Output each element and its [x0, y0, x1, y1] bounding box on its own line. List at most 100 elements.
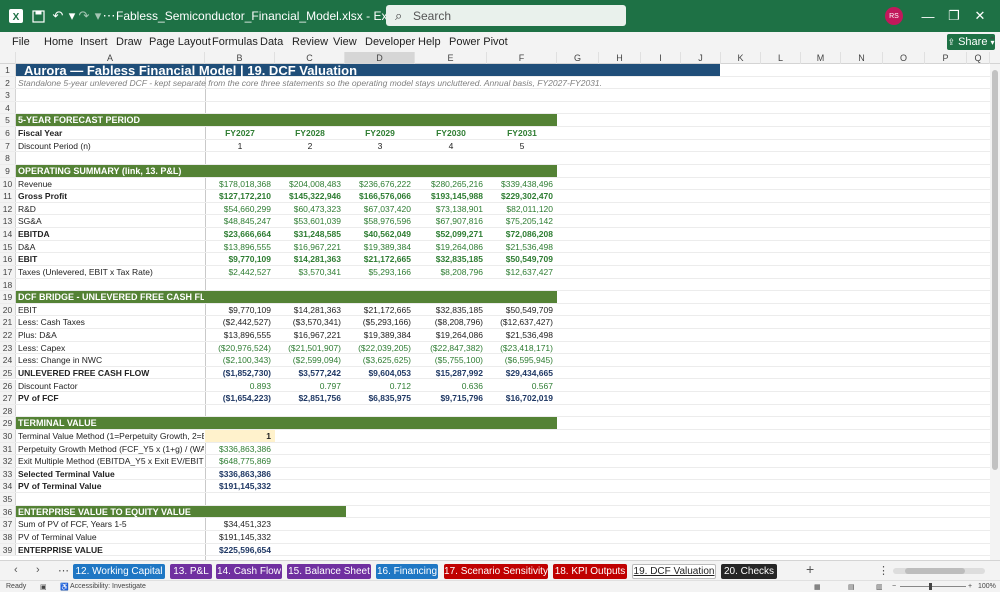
discount-period-cell[interactable]: 5	[487, 140, 557, 152]
value-cell[interactable]: ($8,208,796)	[415, 316, 483, 328]
row-number[interactable]: 38	[0, 530, 16, 543]
value-cell[interactable]: $19,389,384	[345, 241, 411, 253]
sheet-tab[interactable]: 12. Working Capital	[73, 564, 165, 579]
row-number[interactable]: 36	[0, 505, 16, 518]
value-cell[interactable]: $9,770,109	[205, 253, 271, 265]
menu-page-layout[interactable]: Page Layout	[149, 36, 211, 48]
row-number[interactable]: 11	[0, 190, 16, 202]
value-cell[interactable]: ($20,976,524)	[205, 342, 271, 354]
row-number[interactable]: 20	[0, 303, 16, 316]
sheet-tab[interactable]: 16. Financing	[376, 564, 438, 579]
sheet-tab[interactable]: 18. KPI Outputs	[553, 564, 627, 579]
zoom-slider[interactable]	[900, 586, 966, 587]
row-label[interactable]: PV of FCF	[18, 392, 204, 404]
row-number[interactable]: 17	[0, 265, 16, 278]
row-label[interactable]: SG&A	[18, 215, 204, 227]
row-number[interactable]: 7	[0, 139, 16, 152]
menu-formulas[interactable]: Formulas	[212, 36, 258, 48]
row-number[interactable]: 34	[0, 480, 16, 493]
row-label[interactable]: Less: Change in NWC	[18, 354, 204, 366]
value-cell[interactable]: $50,549,709	[487, 304, 553, 316]
column-header-a[interactable]: A	[16, 52, 205, 64]
value-cell[interactable]: ($21,501,907)	[275, 342, 341, 354]
value-cell[interactable]: $50,549,709	[487, 253, 553, 265]
vertical-scrollbar[interactable]	[990, 64, 1000, 560]
value-cell[interactable]: $19,264,086	[415, 329, 483, 341]
select-all-corner[interactable]	[0, 52, 16, 64]
value-cell[interactable]: $60,473,323	[275, 203, 341, 215]
value-cell[interactable]: $40,562,049	[345, 228, 411, 240]
value-cell[interactable]: $336,863,386	[205, 443, 275, 455]
row-label[interactable]: Fiscal Year	[18, 127, 204, 139]
row-number[interactable]: 26	[0, 379, 16, 392]
sheet-tab[interactable]: 13. P&L	[170, 564, 212, 579]
page-layout-view-icon[interactable]: ▤	[848, 583, 855, 591]
value-cell[interactable]: $6,835,975	[345, 392, 411, 404]
column-header-q[interactable]: Q	[967, 52, 990, 64]
value-cell[interactable]: ($5,755,100)	[415, 354, 483, 366]
row-number[interactable]: 21	[0, 316, 16, 328]
row-number[interactable]: 31	[0, 442, 16, 455]
menu-power-pivot[interactable]: Power Pivot	[449, 36, 508, 48]
more-sheets-icon[interactable]: ⋯	[58, 564, 69, 577]
value-cell[interactable]: $13,896,555	[205, 329, 271, 341]
row-label[interactable]: Selected Terminal Value	[18, 468, 204, 480]
fiscal-year-header[interactable]: FY2028	[275, 127, 345, 139]
customize-toolbar-icon[interactable]: ⋯	[101, 8, 117, 24]
value-cell[interactable]: ($22,847,382)	[415, 342, 483, 354]
column-header-g[interactable]: G	[557, 52, 599, 64]
column-header-l[interactable]: L	[761, 52, 801, 64]
value-cell[interactable]: $191,145,332	[205, 480, 275, 492]
value-cell[interactable]: $9,604,053	[345, 367, 411, 379]
row-number[interactable]: 23	[0, 341, 16, 354]
row-number[interactable]: 5	[0, 114, 16, 127]
row-label[interactable]: Taxes (Unlevered, EBIT x Tax Rate)	[18, 266, 204, 278]
value-cell[interactable]: $58,976,596	[345, 215, 411, 227]
row-label[interactable]: PV of Terminal Value	[18, 480, 204, 492]
row-label[interactable]: EBIT	[18, 253, 204, 265]
value-cell[interactable]: $19,264,086	[415, 241, 483, 253]
value-cell[interactable]: $127,172,210	[205, 190, 271, 202]
value-cell[interactable]: $21,536,498	[487, 329, 553, 341]
menu-home[interactable]: Home	[44, 36, 73, 48]
macro-record-icon[interactable]: ▣	[40, 583, 47, 591]
row-number[interactable]: 4	[0, 101, 16, 114]
value-cell[interactable]: ($12,637,427)	[487, 316, 553, 328]
value-cell[interactable]: $145,322,946	[275, 190, 341, 202]
row-number[interactable]: 12	[0, 202, 16, 215]
discount-period-cell[interactable]: 3	[345, 140, 415, 152]
value-cell[interactable]: $32,835,185	[415, 253, 483, 265]
row-number[interactable]: 19	[0, 291, 16, 303]
collapse-ribbon-icon[interactable]: ⌃	[988, 36, 996, 47]
value-cell[interactable]: $21,172,665	[345, 304, 411, 316]
row-number[interactable]: 2	[0, 76, 16, 89]
tabs-menu-icon[interactable]: ⋮	[878, 564, 889, 577]
value-cell[interactable]: $72,086,208	[487, 228, 553, 240]
value-cell[interactable]: $29,434,665	[487, 367, 553, 379]
close-icon[interactable]: ✕	[970, 6, 990, 26]
search-box[interactable]: ⌕ Search	[386, 5, 626, 26]
value-cell[interactable]: $178,018,368	[205, 178, 271, 190]
row-label[interactable]: EBITDA	[18, 228, 204, 240]
row-number[interactable]: 9	[0, 164, 16, 177]
previous-sheet-icon[interactable]: ‹	[14, 564, 18, 576]
row-number[interactable]: 33	[0, 467, 16, 480]
value-cell[interactable]: ($3,570,341)	[275, 316, 341, 328]
value-cell[interactable]: $648,775,869	[205, 455, 275, 467]
value-cell[interactable]: ($2,100,343)	[205, 354, 271, 366]
row-label[interactable]: EBIT	[18, 304, 204, 316]
column-header-p[interactable]: P	[925, 52, 967, 64]
value-cell[interactable]: $236,676,222	[345, 178, 411, 190]
zoom-in-icon[interactable]: +	[968, 583, 972, 590]
value-cell[interactable]: $31,248,585	[275, 228, 341, 240]
value-cell[interactable]: $3,570,341	[275, 266, 341, 278]
row-label[interactable]: Terminal Value Method (1=Perpetuity Grow…	[18, 430, 204, 442]
column-header-o[interactable]: O	[883, 52, 925, 64]
column-header-h[interactable]: H	[599, 52, 641, 64]
sheet-tab[interactable]: 20. Checks	[721, 564, 777, 579]
row-label[interactable]: Perpetuity Growth Method (FCF_Y5 x (1+g)…	[18, 443, 204, 455]
value-cell[interactable]: 0.797	[275, 380, 341, 392]
menu-help[interactable]: Help	[418, 36, 441, 48]
row-label[interactable]: Less: Cash Taxes	[18, 316, 204, 328]
menu-draw[interactable]: Draw	[116, 36, 142, 48]
